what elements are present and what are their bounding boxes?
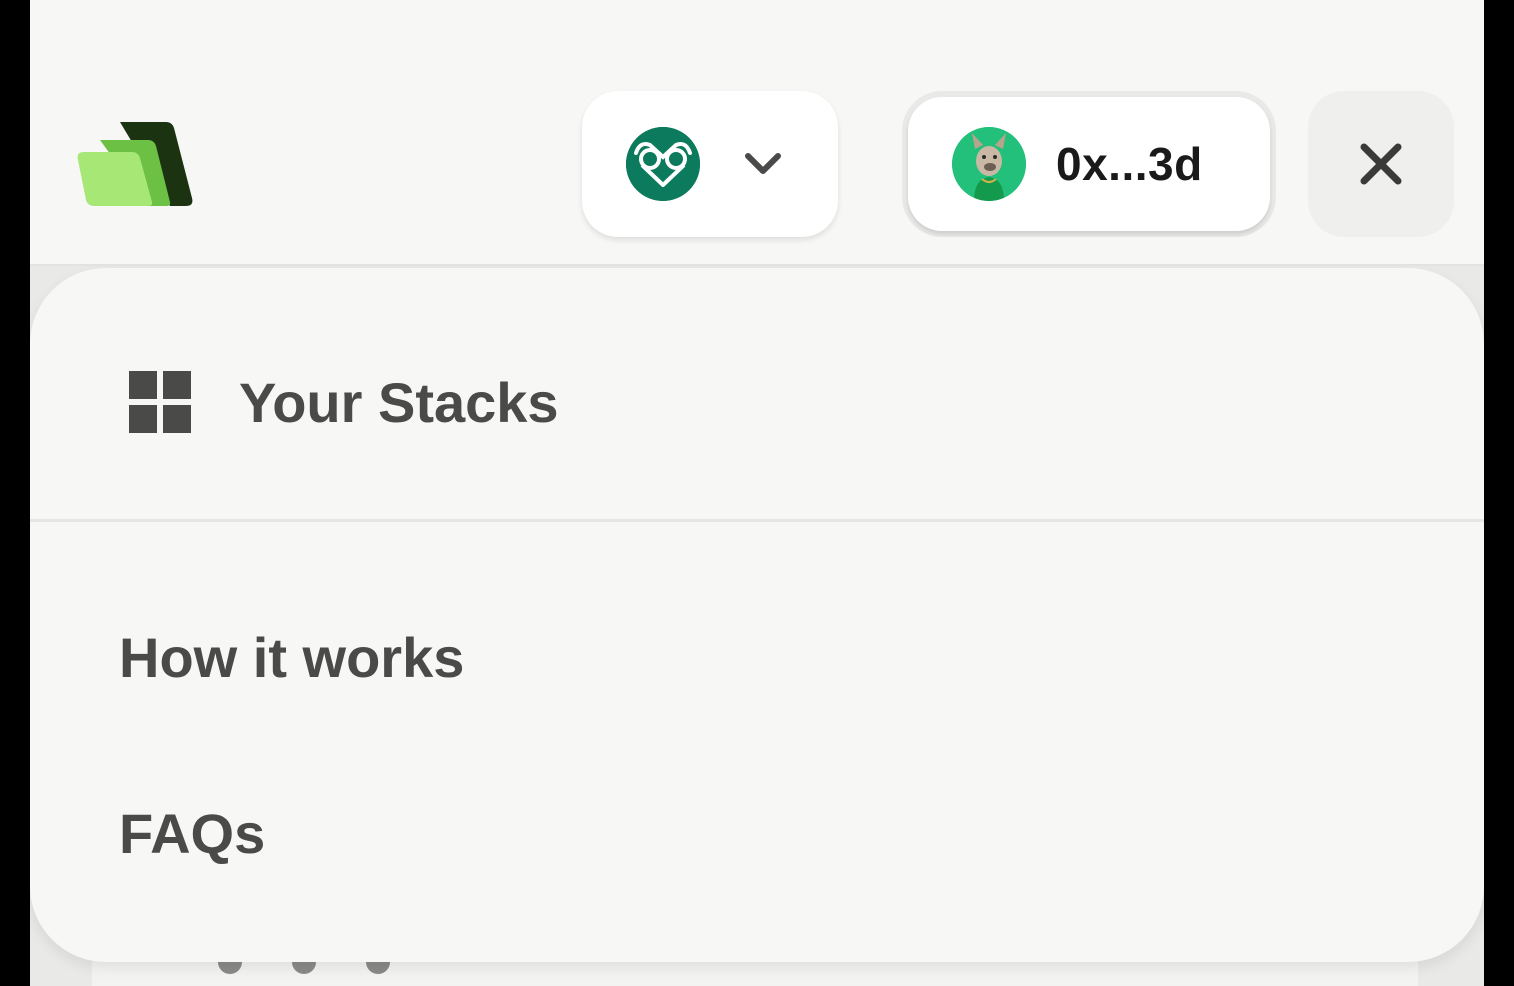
background-dot <box>366 962 390 974</box>
menu-item-label: FAQs <box>119 801 266 865</box>
menu-item-faqs[interactable]: FAQs <box>119 798 265 868</box>
navigation-menu-panel: Your Stacks How it works FAQs <box>30 268 1484 962</box>
app-window: 0x...3d Your Stacks How it works FAQs <box>30 0 1484 986</box>
dog-avatar-icon <box>952 127 1026 201</box>
menu-divider <box>30 519 1484 522</box>
background-dot <box>218 962 242 974</box>
menu-item-how-it-works[interactable]: How it works <box>119 622 464 692</box>
close-menu-button[interactable] <box>1308 91 1454 237</box>
background-dot <box>292 962 316 974</box>
gnosis-owl-icon <box>626 127 700 201</box>
grid-icon <box>129 371 191 433</box>
chevron-down-icon <box>745 153 781 174</box>
wallet-chip: 0x...3d <box>908 97 1270 231</box>
close-icon <box>1360 143 1402 185</box>
app-logo[interactable] <box>74 120 196 208</box>
menu-item-label: Your Stacks <box>239 370 559 434</box>
wallet-account-button[interactable]: 0x...3d <box>902 91 1276 237</box>
menu-item-label: How it works <box>119 625 465 689</box>
menu-item-your-stacks[interactable]: Your Stacks <box>129 370 559 434</box>
wallet-address: 0x...3d <box>1056 138 1203 190</box>
stacked-folders-logo-icon <box>77 122 193 206</box>
chain-selector-button[interactable] <box>582 91 838 237</box>
top-bar: 0x...3d <box>30 0 1484 266</box>
